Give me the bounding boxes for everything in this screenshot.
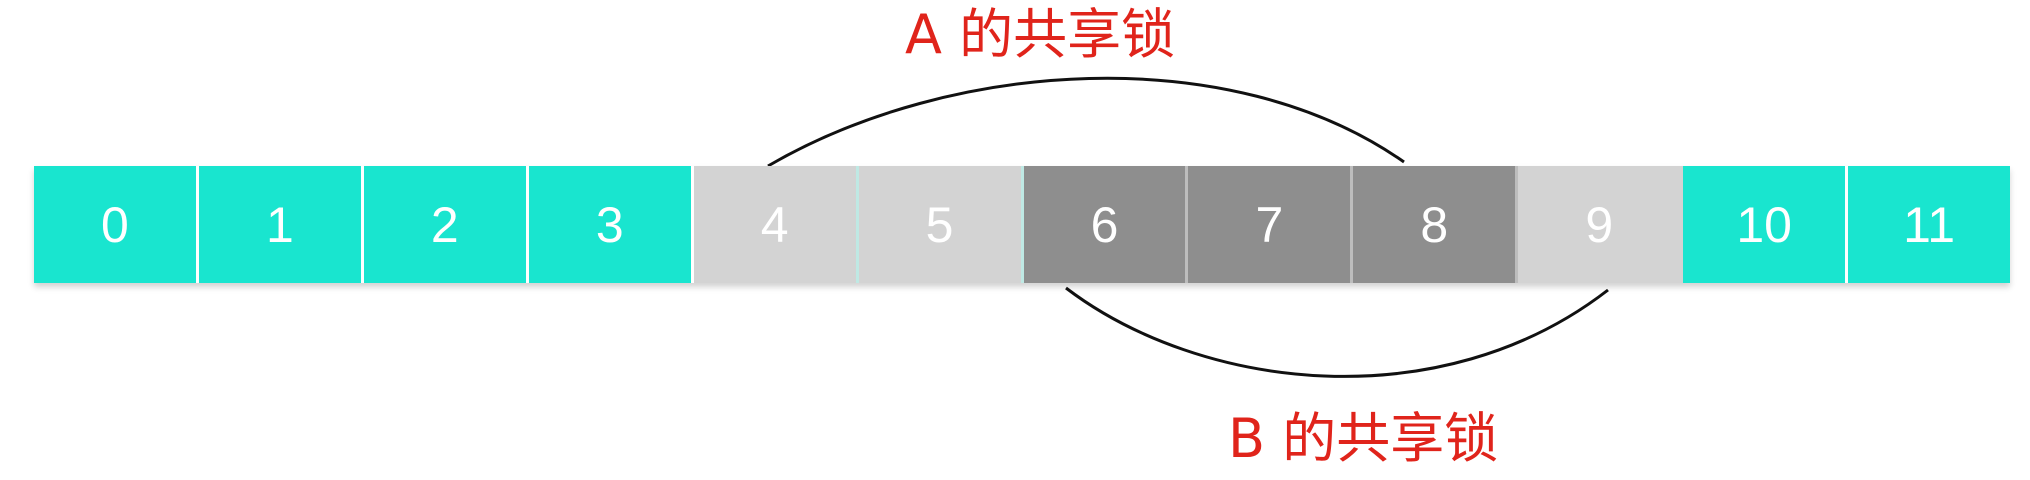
- cell-2: 2: [363, 166, 529, 283]
- cell-3: 3: [528, 166, 694, 283]
- cell-7: 7: [1188, 166, 1354, 283]
- row-strip: 0 1 2 3 4 5 6 7 8 9 10 11: [34, 166, 2011, 283]
- arc-a: [767, 76, 1405, 168]
- cell-4: 4: [693, 166, 859, 283]
- cell-1: 1: [198, 166, 364, 283]
- shared-lock-b-label: B 的共享锁: [1228, 407, 1499, 470]
- shared-lock-a-label: A 的共享锁: [905, 3, 1176, 66]
- cell-11: 11: [1848, 166, 2011, 283]
- arc-b: [1065, 286, 1609, 378]
- lock-range-diagram: A 的共享锁 0 1 2 3 4 5 6 7 8 9 10 11 B 的共享锁: [0, 0, 2030, 480]
- cell-6: 6: [1023, 166, 1189, 283]
- cell-5: 5: [858, 166, 1024, 283]
- cell-9: 9: [1518, 166, 1684, 283]
- cell-0: 0: [34, 166, 199, 283]
- cell-8: 8: [1353, 166, 1519, 283]
- cell-10: 10: [1683, 166, 1849, 283]
